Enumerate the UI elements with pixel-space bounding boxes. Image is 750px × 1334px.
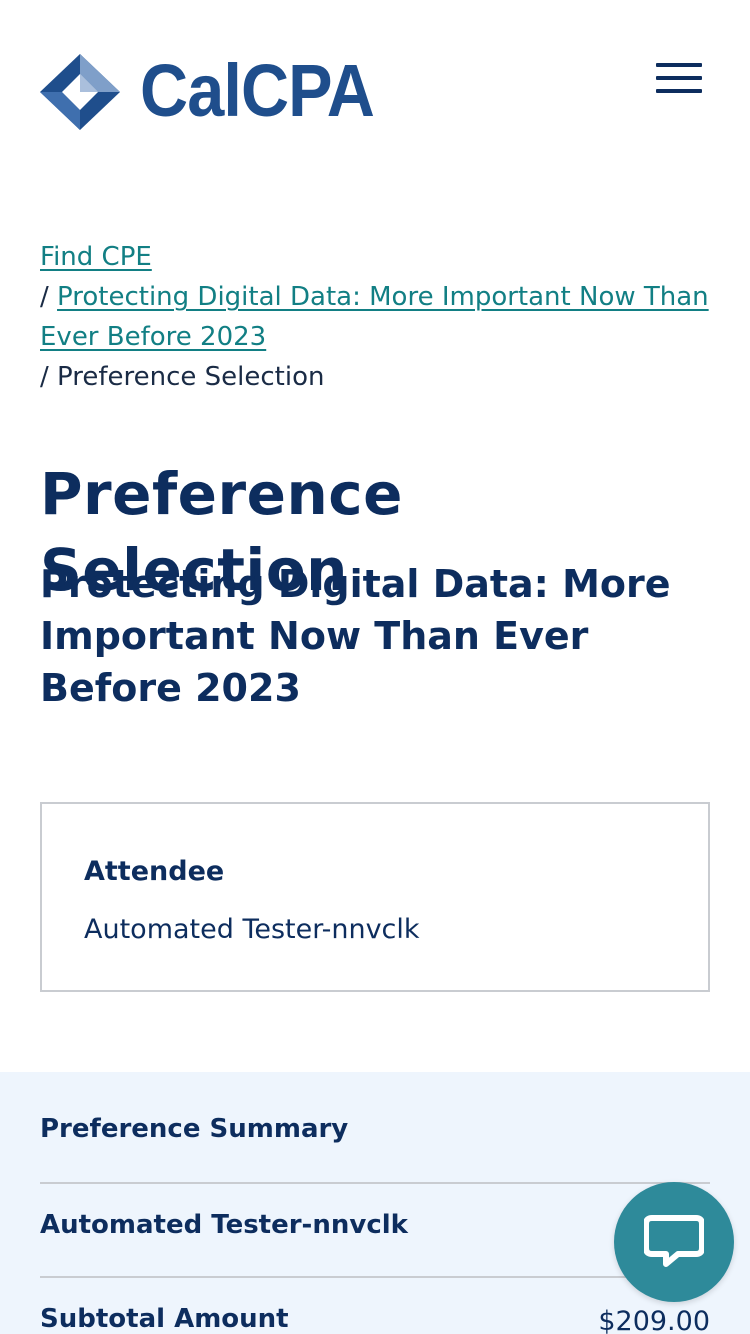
divider: [40, 1182, 710, 1184]
breadcrumb-separator: /: [40, 282, 49, 312]
breadcrumb-current: Preference Selection: [57, 362, 325, 392]
attendee-label: Attendee: [84, 856, 225, 887]
site-header: CalCPA: [0, 0, 750, 180]
hamburger-menu-icon-bar: [656, 76, 702, 80]
breadcrumb-link-course[interactable]: Protecting Digital Data: More Important …: [40, 282, 709, 352]
breadcrumb-link-find-cpe[interactable]: Find CPE: [40, 242, 152, 272]
brand-name: CalCPA: [140, 49, 375, 132]
subtotal-amount: $209.00: [598, 1306, 710, 1334]
chat-button[interactable]: [614, 1182, 734, 1302]
breadcrumb: Find CPE / Protecting Digital Data: More…: [40, 237, 710, 397]
hamburger-menu-icon-bar: [656, 89, 702, 93]
chat-bubble-icon: [644, 1215, 704, 1267]
course-title: Protecting Digital Data: More Important …: [40, 562, 671, 710]
divider: [40, 1276, 710, 1278]
menu-button[interactable]: [650, 58, 708, 100]
hamburger-menu-icon: [656, 63, 702, 67]
summary-attendee-label: Automated Tester-nnvclk: [40, 1210, 408, 1240]
summary-title: Preference Summary: [40, 1114, 349, 1144]
attendee-name: Automated Tester-nnvclk: [84, 914, 420, 945]
subtotal-label: Subtotal Amount: [40, 1304, 289, 1334]
attendee-card: Attendee Automated Tester-nnvclk: [40, 802, 710, 992]
calcpa-logo[interactable]: CalCPA: [40, 52, 375, 132]
breadcrumb-separator: /: [40, 362, 49, 392]
calcpa-cube-logo-icon: [40, 54, 120, 130]
